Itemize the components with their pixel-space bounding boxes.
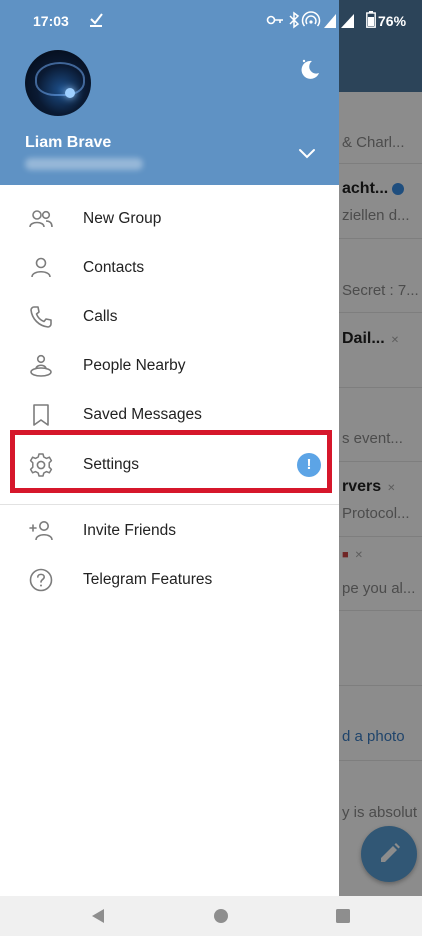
menu-item-telegram-features[interactable]: Telegram Features xyxy=(0,555,339,604)
night-mode-toggle[interactable] xyxy=(296,56,322,82)
menu-divider xyxy=(0,504,339,505)
account-expand-button[interactable] xyxy=(297,146,317,160)
avatar[interactable] xyxy=(25,50,91,116)
battery-icon xyxy=(366,11,376,28)
add-person-icon xyxy=(29,521,53,541)
battery-percent: 76% xyxy=(378,13,407,29)
download-done-icon xyxy=(90,13,103,27)
hotspot-icon xyxy=(301,11,321,27)
home-icon[interactable] xyxy=(213,908,229,924)
phone-icon xyxy=(30,306,52,328)
system-nav-bar xyxy=(0,896,422,936)
menu-item-people-nearby[interactable]: People Nearby xyxy=(0,341,339,390)
menu-item-label: Invite Friends xyxy=(83,522,177,539)
status-time: 17:03 xyxy=(33,13,69,29)
menu-item-label: Saved Messages xyxy=(83,406,202,423)
menu-item-invite-friends[interactable]: Invite Friends xyxy=(0,506,339,555)
group-icon xyxy=(29,210,53,228)
vpn-key-icon xyxy=(266,15,283,25)
back-icon[interactable] xyxy=(90,908,106,924)
moon-icon xyxy=(301,59,319,79)
menu-item-contacts[interactable]: Contacts xyxy=(0,243,339,292)
menu-item-calls[interactable]: Calls xyxy=(0,292,339,341)
bookmark-icon xyxy=(33,404,49,426)
signal-icon xyxy=(324,14,354,28)
person-icon xyxy=(31,257,51,278)
bluetooth-icon xyxy=(289,11,300,29)
question-icon xyxy=(29,568,53,592)
navigation-drawer: Liam Brave New Group Contacts Calls Peop… xyxy=(0,0,339,896)
status-bar: 17:03 76% xyxy=(0,0,422,40)
menu-item-label: New Group xyxy=(83,210,162,227)
user-phone-blurred xyxy=(25,158,143,170)
chevron-down-icon xyxy=(299,149,315,159)
settings-highlight-box xyxy=(10,430,332,493)
menu-item-label: Calls xyxy=(83,308,118,325)
user-name: Liam Brave xyxy=(25,134,112,151)
recents-icon[interactable] xyxy=(335,908,351,924)
people-nearby-icon xyxy=(30,354,52,377)
menu-item-new-group[interactable]: New Group xyxy=(0,194,339,243)
menu-item-label: Contacts xyxy=(83,259,145,276)
menu-item-label: Telegram Features xyxy=(83,571,213,588)
status-icons xyxy=(266,11,354,29)
menu-item-label: People Nearby xyxy=(83,357,186,374)
